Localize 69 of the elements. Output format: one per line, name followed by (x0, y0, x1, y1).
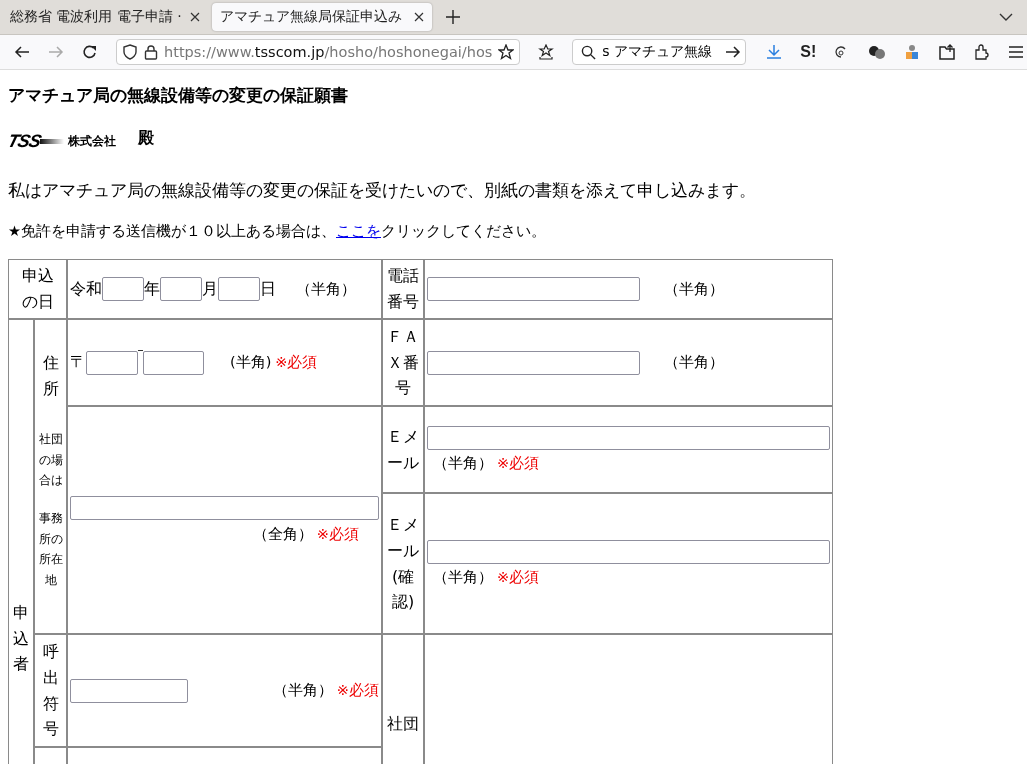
field-label: 社団 (387, 713, 419, 735)
input-field[interactable] (427, 350, 640, 375)
field-label: Ｅメール (387, 425, 419, 474)
new-tab-icon[interactable] (446, 10, 460, 24)
hint-text: (半角) (230, 353, 272, 372)
field-label: ＦＡＸ番号 (387, 326, 419, 400)
hint-text: （半角） (664, 353, 724, 372)
required-text: ※必須 (336, 681, 379, 700)
field-label: 住所 (42, 352, 59, 400)
input-field[interactable] (70, 678, 188, 703)
reload-icon[interactable] (82, 44, 98, 60)
lock-icon[interactable] (144, 44, 158, 60)
here-link[interactable]: ここを (336, 223, 381, 239)
share-icon[interactable] (938, 44, 957, 60)
puzzle-icon[interactable] (974, 44, 991, 60)
bookmarks-icon[interactable] (538, 44, 555, 60)
menu-icon[interactable] (1008, 45, 1025, 59)
input-field[interactable] (86, 350, 138, 375)
input-field[interactable] (427, 540, 830, 564)
unit-text: 年 (144, 278, 160, 300)
input-field[interactable] (427, 277, 640, 301)
back-icon[interactable] (14, 44, 30, 60)
note-text: 事務所の所在地 (38, 510, 63, 589)
url-text: https://www.tsscom.jp/hosho/hoshonegai/hos (164, 44, 493, 60)
page-title: アマチュア局の無線設備等の変更の保証願書 (8, 85, 349, 107)
hint-text: （半角） (433, 454, 493, 473)
search-icon[interactable] (581, 44, 597, 60)
unit-text: 日 (260, 278, 276, 300)
field-label: 電話番号 (387, 265, 419, 313)
arrow-right-icon[interactable] (725, 44, 742, 60)
browser-tab[interactable]: アマチュア無線局保証申込み (212, 3, 432, 31)
download-icon[interactable] (766, 44, 783, 60)
unit-text: 月 (202, 278, 218, 300)
hint-text: （半角） (296, 279, 356, 299)
input-field[interactable] (143, 350, 204, 375)
browser-tab[interactable]: 総務省 電波利用 電子申請 · (2, 3, 208, 31)
era-text: 令和 (70, 278, 102, 300)
field-label: 申込の日 (21, 265, 54, 313)
shield-icon[interactable] (122, 44, 138, 60)
star-icon[interactable] (498, 44, 515, 60)
search-field[interactable]: s アマチュア無線 (572, 39, 747, 65)
input-field[interactable] (102, 277, 144, 301)
close-icon[interactable] (190, 12, 200, 22)
extension-button[interactable]: S! (800, 43, 817, 61)
required-text: ※必須 (497, 454, 540, 473)
hint-text: （半角） (272, 681, 333, 700)
field-label: 申込者 (13, 602, 29, 676)
notice-text: ★免許を申請する送信機が１０以上ある場合は、ここを クリックしてください。 (8, 222, 547, 241)
postal-mark: 〒 (70, 352, 86, 373)
required-text: ※必須 (275, 353, 318, 372)
required-text: ※必須 (316, 525, 359, 544)
close-icon[interactable] (414, 12, 424, 22)
field-label: 呼出符号 (42, 641, 59, 741)
input-field[interactable] (70, 496, 379, 520)
spheres-icon[interactable] (868, 44, 887, 60)
required-text: ※必須 (497, 568, 540, 587)
chevron-down-icon[interactable] (999, 13, 1013, 21)
input-field[interactable] (427, 426, 830, 450)
intro-text: 私はアマチュア局の無線設備等の変更の保証を受けたいので、別紙の書類を添えて申し込みます。 (8, 180, 757, 202)
honorific-text: 殿 (138, 128, 154, 149)
hint-text: （全角） (252, 525, 313, 544)
input-field[interactable] (160, 277, 202, 301)
address-bar[interactable]: https://www.tsscom.jp/hosho/hoshonegai/hos (116, 39, 521, 65)
input-field[interactable] (218, 277, 260, 301)
hint-text: （半角） (664, 279, 724, 299)
hint-text: （半角） (433, 568, 493, 587)
people-icon[interactable] (904, 44, 921, 60)
field-label: Ｅメール(確認) (387, 514, 419, 614)
note-text: 社団の場合は (38, 431, 63, 489)
